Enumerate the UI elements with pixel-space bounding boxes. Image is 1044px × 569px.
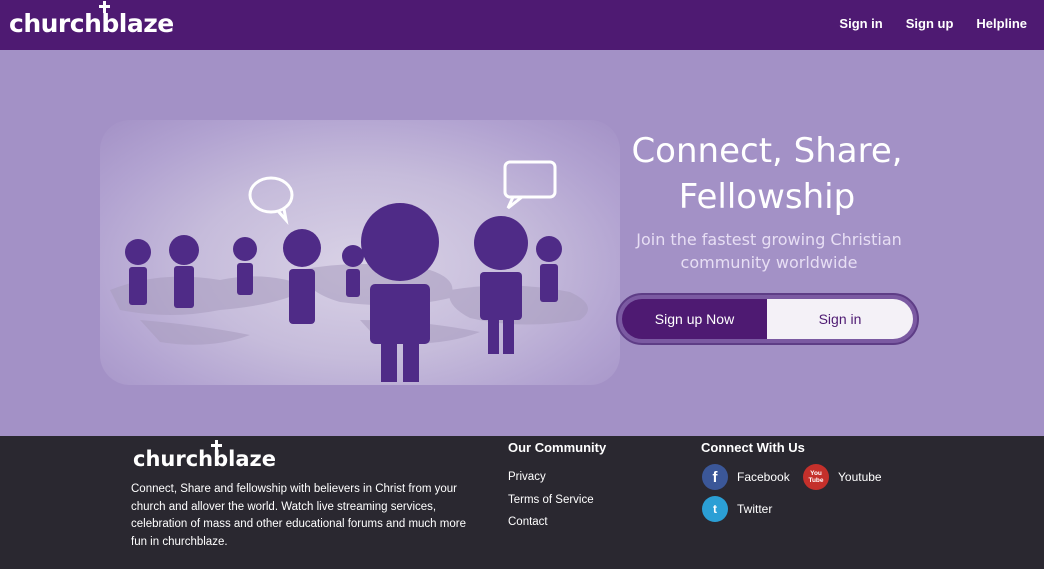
facebook-icon: f — [702, 464, 728, 490]
people-world-map-illustration — [110, 160, 588, 382]
community-links: Privacy Terms of Service Contact — [508, 466, 594, 534]
youtube-label: Youtube — [838, 470, 882, 484]
youtube-icon-text-you: You — [810, 470, 822, 477]
contact-link[interactable]: Contact — [508, 511, 594, 534]
youtube-icon-text-tube: Tube — [808, 477, 824, 484]
facebook-link[interactable]: f Facebook — [702, 464, 790, 490]
twitter-icon: t — [702, 496, 728, 522]
brand-logo-text-b: laze — [118, 9, 174, 38]
brand-logo[interactable]: churchblaze — [9, 1, 174, 41]
footer-logo-text-b: laze — [228, 447, 276, 471]
hero-headline-line2: Fellowship — [678, 177, 856, 217]
privacy-link[interactable]: Privacy — [508, 466, 594, 489]
youtube-link[interactable]: You Tube Youtube — [803, 464, 882, 490]
speech-bubble-icon — [248, 176, 294, 225]
facebook-label: Facebook — [737, 470, 790, 484]
nav-signin-link[interactable]: Sign in — [839, 16, 882, 31]
footer-about-text: Connect, Share and fellowship with belie… — [131, 483, 466, 548]
hero-signin-button[interactable]: Sign in — [767, 299, 913, 339]
twitter-link[interactable]: t Twitter — [702, 496, 772, 522]
top-navbar: churchblaze Sign in Sign up Helpline — [0, 0, 1044, 50]
twitter-label: Twitter — [737, 502, 773, 516]
footer: churchblaze Connect, Share and fellowshi… — [0, 436, 1044, 569]
nav-helpline-link[interactable]: Helpline — [976, 16, 1027, 31]
community-title: Our Community — [508, 440, 607, 455]
hero-banner: Connect, Share, Fellowship Join the fast… — [0, 50, 1044, 436]
brand-logo-text-a: church — [9, 9, 102, 38]
terms-link[interactable]: Terms of Service — [508, 489, 594, 512]
footer-logo-cross-letter: b — [213, 447, 229, 471]
cross-icon: b — [99, 1, 119, 41]
hero-headline-line1: Connect, Share, — [631, 131, 903, 171]
youtube-icon: You Tube — [803, 464, 829, 490]
connect-title: Connect With Us — [701, 440, 805, 455]
chat-bubble-icon — [503, 160, 557, 210]
hero-cta-group: Sign up Now Sign in — [616, 293, 919, 345]
hero-subline: Join the fastest growing Christian commu… — [636, 230, 902, 272]
hero-illustration — [100, 120, 620, 385]
signup-now-button[interactable]: Sign up Now — [622, 299, 767, 339]
brand-logo-cross-letter: b — [101, 9, 119, 38]
hero-headline: Connect, Share, Fellowship — [602, 128, 932, 220]
footer-logo[interactable]: churchblaze — [133, 440, 276, 472]
footer-cross-icon: b — [211, 440, 229, 472]
nav-signup-link[interactable]: Sign up — [906, 16, 954, 31]
top-nav-links: Sign in Sign up Helpline — [839, 16, 1027, 31]
footer-logo-text-a: church — [133, 447, 214, 471]
